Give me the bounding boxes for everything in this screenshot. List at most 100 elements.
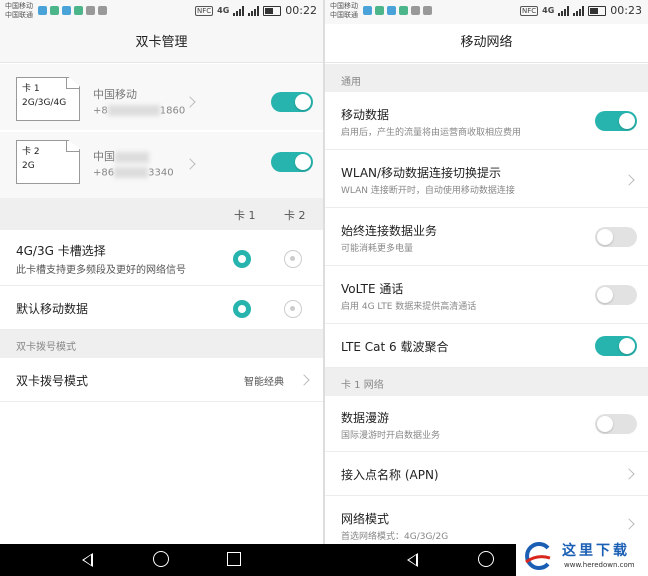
- column-card-1: 卡 1: [234, 209, 256, 222]
- sim-card-icon: 卡 2 2G: [16, 140, 80, 184]
- watermark-text: 这里下载: [562, 543, 630, 559]
- mobile-data-row[interactable]: 移动数据 启用后，产生的流量将由运营商收取相应费用: [325, 92, 648, 150]
- app-notification-icon: [375, 6, 384, 15]
- card-1-radio[interactable]: [233, 250, 251, 268]
- network-type: 4G: [217, 6, 230, 15]
- app-notification-icon: [86, 6, 95, 15]
- always-on-data-row[interactable]: 始终连接数据业务 可能消耗更多电量: [325, 208, 648, 266]
- status-bar: 中国移动 中国联通 NFC 4G 00:22: [0, 0, 323, 24]
- sim-type: 2G/3G/4G: [22, 98, 67, 108]
- lte-cat6-row[interactable]: LTE Cat 6 载波聚合: [325, 324, 648, 368]
- slot-select-row: 4G/3G 卡槽选择 此卡槽支持更多频段及更好的网络信号: [0, 230, 323, 286]
- data-roaming-toggle[interactable]: [595, 414, 637, 434]
- row-subtitle: 此卡槽支持更多频段及更好的网络信号: [16, 265, 186, 276]
- row-subtitle: 启用 4G LTE 数据来提供高清通话: [341, 302, 477, 312]
- back-triangle-icon[interactable]: [407, 553, 418, 567]
- carrier-1: 中国移动: [5, 2, 33, 10]
- sim-number: +8 1860: [93, 105, 186, 117]
- mobile-network-screen: 中国移动 中国联通 NFC 4G 00:23 移动网络 通用 移动数据 启用后，…: [325, 0, 648, 544]
- app-notification-icon: [363, 6, 372, 15]
- sim-operator: 中国移动: [93, 88, 137, 101]
- column-card-2: 卡 2: [284, 209, 306, 222]
- chevron-right-icon: [184, 158, 196, 170]
- row-title: 默认移动数据: [16, 302, 89, 316]
- row-title: 移动数据: [341, 108, 390, 122]
- row-title: VoLTE 通话: [341, 282, 404, 296]
- section-header: 卡 1 网络: [325, 368, 648, 396]
- empty-area: [0, 402, 323, 544]
- mobile-data-toggle[interactable]: [595, 111, 637, 131]
- carrier-labels: 中国移动 中国联通: [330, 2, 358, 20]
- section-header: 通用: [325, 64, 648, 92]
- watermark-url: www.heredown.com: [564, 561, 635, 569]
- app-notification-icon: [399, 6, 408, 15]
- sim-label: 卡 2: [22, 147, 40, 157]
- sim-type: 2G: [22, 161, 35, 171]
- signal-icon: [233, 5, 245, 16]
- redacted-blur: [114, 167, 149, 178]
- row-title: LTE Cat 6 载波聚合: [341, 340, 449, 354]
- lte-cat6-toggle[interactable]: [595, 336, 637, 356]
- row-title: 4G/3G 卡槽选择: [16, 244, 106, 258]
- row-subtitle: 首选网络模式：4G/3G/2G: [341, 532, 449, 542]
- card-2-radio[interactable]: [284, 300, 302, 318]
- apn-row[interactable]: 接入点名称 (APN): [325, 452, 648, 496]
- network-type: 4G: [542, 6, 555, 15]
- data-roaming-row[interactable]: 数据漫游 国际漫游时开启数据业务: [325, 396, 648, 452]
- back-triangle-icon[interactable]: [82, 553, 93, 567]
- row-title: 始终连接数据业务: [341, 224, 438, 238]
- sim-card-icon: 卡 1 2G/3G/4G: [16, 77, 80, 121]
- row-subtitle: WLAN 连接断开时，自动使用移动数据连接: [341, 186, 515, 196]
- default-data-row: 默认移动数据: [0, 286, 323, 330]
- card-2-radio[interactable]: [284, 250, 302, 268]
- nav-bar: [0, 544, 323, 576]
- row-subtitle: 可能消耗更多电量: [341, 244, 414, 254]
- carrier-2: 中国联通: [5, 11, 33, 19]
- recent-square-icon[interactable]: [227, 552, 241, 566]
- home-circle-icon[interactable]: [478, 551, 494, 567]
- app-notification-icon: [423, 6, 432, 15]
- sim-operator: 中国: [93, 148, 149, 164]
- sim-2-toggle[interactable]: [271, 152, 313, 172]
- nfc-icon: NFC: [520, 5, 539, 16]
- volte-toggle[interactable]: [595, 285, 637, 305]
- sim-number: +86 3340: [93, 167, 174, 179]
- row-title: 双卡拨号模式: [16, 374, 89, 388]
- always-on-data-toggle[interactable]: [595, 227, 637, 247]
- redacted-blur: [115, 151, 149, 163]
- wlan-switch-row[interactable]: WLAN/移动数据连接切换提示 WLAN 连接断开时，自动使用移动数据连接: [325, 150, 648, 208]
- carrier-labels: 中国移动 中国联通: [5, 2, 33, 20]
- battery-icon: [588, 5, 607, 16]
- app-notification-icon: [411, 6, 420, 15]
- carrier-1: 中国移动: [330, 2, 358, 10]
- notification-icons: [363, 6, 432, 15]
- dial-mode-value: 智能经典: [244, 377, 284, 388]
- home-circle-icon[interactable]: [153, 551, 169, 567]
- volte-row[interactable]: VoLTE 通话 启用 4G LTE 数据来提供高清通话: [325, 266, 648, 324]
- sim-1-toggle[interactable]: [271, 92, 313, 112]
- chevron-right-icon: [623, 468, 635, 480]
- signal-icon: [248, 5, 260, 16]
- row-title: 数据漫游: [341, 411, 390, 425]
- app-notification-icon: [50, 6, 59, 15]
- page-title: 移动网络: [325, 24, 648, 63]
- chevron-right-icon: [298, 374, 310, 386]
- row-subtitle: 国际漫游时开启数据业务: [341, 431, 441, 441]
- dial-mode-row[interactable]: 双卡拨号模式 智能经典: [0, 358, 323, 402]
- redacted-blur: [107, 105, 160, 116]
- row-title: WLAN/移动数据连接切换提示: [341, 166, 502, 180]
- sim-card-row-1[interactable]: 卡 1 2G/3G/4G 中国移动 +8 1860: [0, 64, 323, 130]
- app-notification-icon: [62, 6, 71, 15]
- app-notification-icon: [38, 6, 47, 15]
- watermark-logo-icon: [525, 542, 551, 570]
- card-1-radio[interactable]: [233, 300, 251, 318]
- section-header: 双卡拨号模式: [0, 330, 323, 358]
- app-notification-icon: [387, 6, 396, 15]
- row-subtitle: 启用后，产生的流量将由运营商收取相应费用: [341, 128, 522, 138]
- sim-card-row-2[interactable]: 卡 2 2G 中国 +86 3340: [0, 132, 323, 198]
- sim-label: 卡 1: [22, 84, 40, 94]
- row-title: 接入点名称 (APN): [341, 468, 439, 482]
- dual-card-screen: 中国移动 中国联通 NFC 4G 00:22 双卡管理 卡 1 2G/3G/4G…: [0, 0, 323, 544]
- card-column-header: 卡 1 卡 2: [0, 198, 323, 230]
- nfc-icon: NFC: [195, 5, 214, 16]
